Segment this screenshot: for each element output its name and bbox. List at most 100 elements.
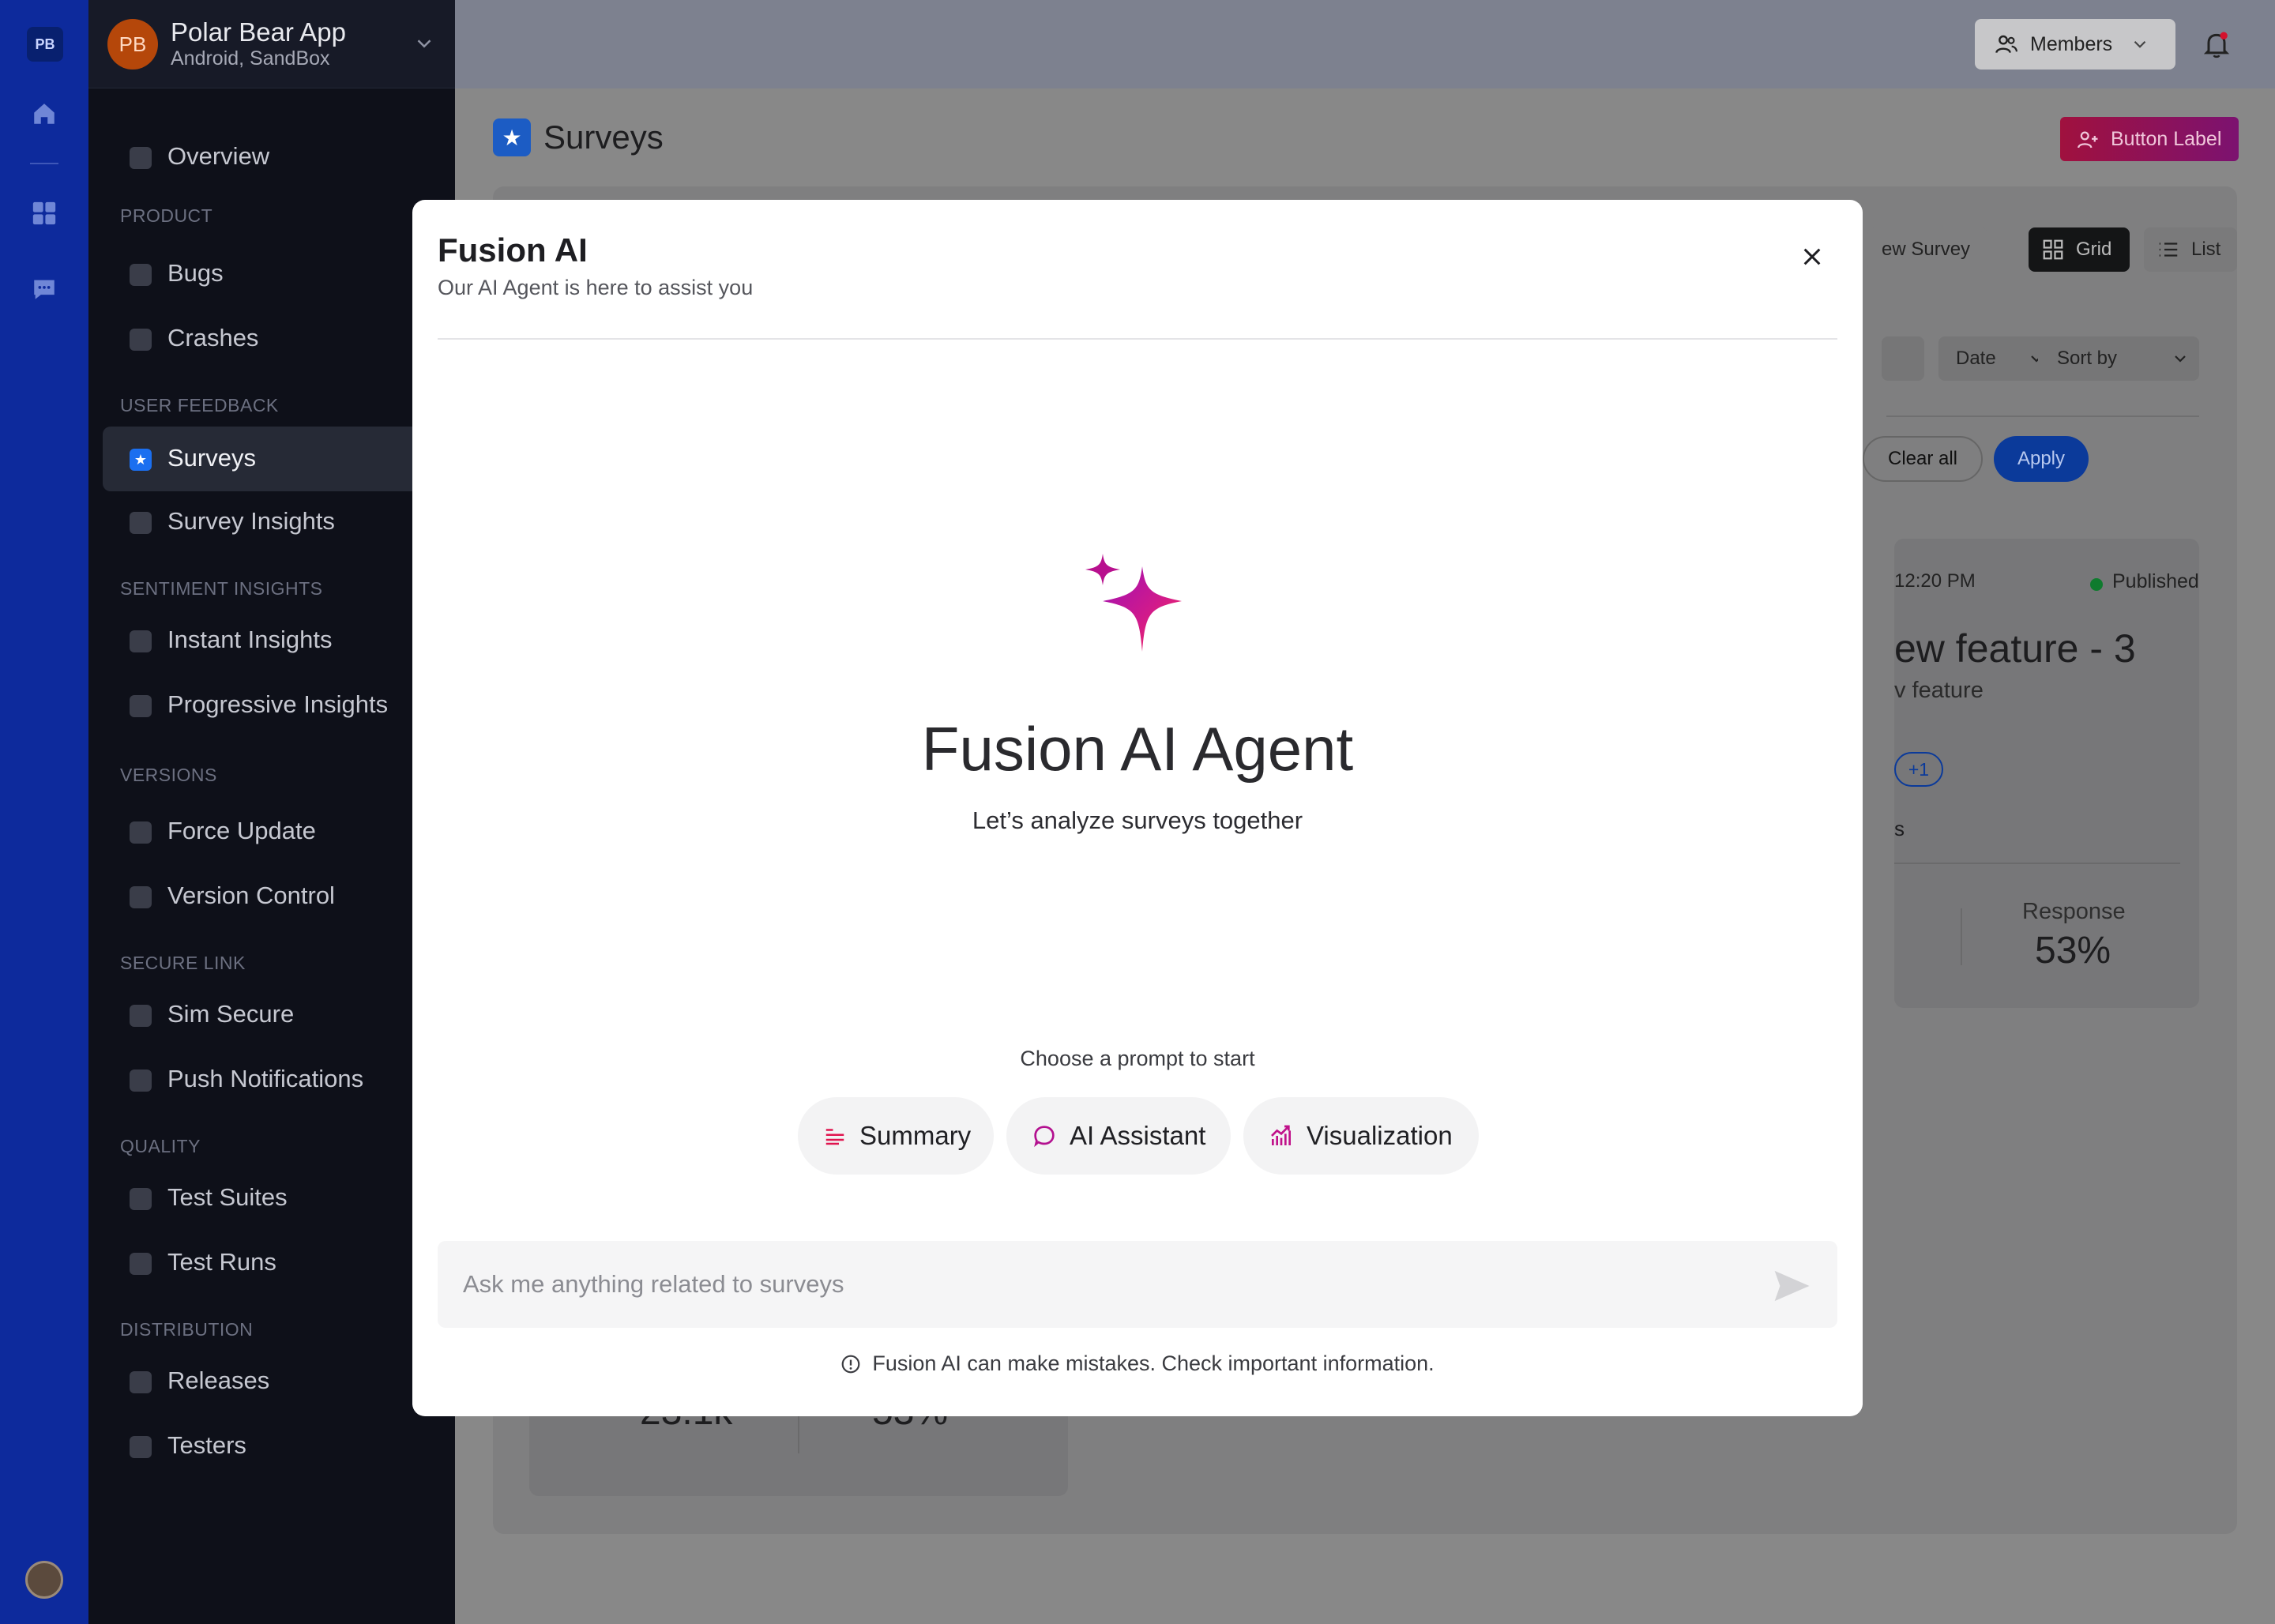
dialog-subtitle: Our AI Agent is here to assist you	[438, 276, 754, 299]
rail-divider	[30, 163, 58, 164]
new-survey-button[interactable]: ew Survey	[1867, 227, 1987, 272]
disclaimer: Fusion AI can make mistakes. Check impor…	[412, 1351, 1863, 1376]
card-subtitle: v feature	[1894, 678, 1984, 703]
chat-icon[interactable]	[28, 273, 60, 305]
dialog-divider	[438, 338, 1837, 340]
sidebar-item-testers[interactable]: Testers	[103, 1414, 455, 1479]
summary-prompt-chip[interactable]: Summary	[798, 1097, 994, 1175]
bug-icon	[130, 264, 152, 286]
sidebar-item-crashes[interactable]: Crashes	[103, 306, 455, 371]
apply-label: Apply	[2017, 448, 2066, 469]
section-distribution: DISTRIBUTION	[120, 1319, 254, 1340]
hero-title: Fusion AI Agent	[921, 714, 1354, 784]
chart-trend-icon	[1269, 1123, 1294, 1148]
app-avatar: PB	[107, 19, 158, 70]
sidebar: PB Polar Bear App Android, SandBox Overv…	[88, 0, 455, 1624]
grid-apps-icon[interactable]	[28, 197, 60, 229]
new-survey-label: ew Survey	[1882, 239, 1971, 260]
shield-icon	[130, 1188, 152, 1210]
sidebar-item-push-notifications[interactable]: Push Notifications	[103, 1047, 455, 1112]
bell-icon[interactable]	[2201, 28, 2232, 60]
response-label: Response	[2022, 899, 2126, 924]
sidebar-item-survey-insights[interactable]: Survey Insights	[103, 490, 455, 554]
disclaimer-text: Fusion AI can make mistakes. Check impor…	[872, 1351, 1435, 1375]
sidebar-item-label: Crashes	[167, 324, 259, 351]
sidebar-item-force-update[interactable]: Force Update	[103, 799, 455, 864]
card-time: 12:20 PM	[1894, 570, 1976, 592]
chevron-down-icon	[2175, 355, 2186, 363]
grid-label: Grid	[2076, 239, 2112, 260]
close-button[interactable]	[1795, 239, 1829, 274]
date-label: Date	[1956, 348, 1996, 369]
filter-pill[interactable]	[1882, 336, 1924, 381]
card-title: ew feature - 3	[1894, 626, 2136, 671]
bar-chart-icon	[130, 512, 152, 534]
send-icon[interactable]	[1769, 1265, 1814, 1307]
status-badge: Published	[2112, 570, 2199, 592]
sidebar-item-label: Survey Insights	[167, 507, 335, 535]
grid-view-button[interactable]: Grid	[2029, 227, 2130, 272]
status-dot	[2090, 578, 2103, 591]
primary-action-button[interactable]: Button Label	[2060, 117, 2239, 161]
sidebar-item-releases[interactable]: Releases	[103, 1349, 455, 1414]
ai-assistant-prompt-chip[interactable]: AI Assistant	[1006, 1097, 1231, 1175]
sidebar-item-label: Test Runs	[167, 1248, 276, 1276]
sidebar-item-instant-insights[interactable]: Instant Insights	[103, 608, 455, 673]
heart-icon	[130, 630, 152, 652]
clear-all-button[interactable]: Clear all	[1863, 436, 1983, 482]
chevron-down-icon	[417, 39, 431, 48]
section-user-feedback: USER FEEDBACK	[120, 395, 279, 415]
fusion-ai-dialog: Fusion AI Our AI Agent is here to assist…	[412, 200, 1863, 1416]
user-avatar[interactable]	[25, 1561, 63, 1599]
card-extra-badge: +1	[1894, 752, 1943, 787]
sidebar-item-label: Progressive Insights	[167, 690, 389, 718]
ai-prompt-input[interactable]	[438, 1241, 1837, 1328]
response-value: 53%	[2035, 930, 2111, 972]
date-filter[interactable]: Date	[1938, 336, 2052, 381]
add-user-icon	[2078, 131, 2098, 148]
crash-icon	[130, 329, 152, 351]
workspace-logo[interactable]: PB	[27, 27, 63, 62]
home-icon[interactable]	[28, 98, 60, 130]
visualization-prompt-chip[interactable]: Visualization	[1243, 1097, 1479, 1175]
sim-icon	[130, 1005, 152, 1027]
sidebar-item-version-control[interactable]: Version Control	[103, 864, 455, 929]
chip-label: Visualization	[1307, 1121, 1453, 1150]
button-label-text: Button Label	[2111, 127, 2222, 150]
page-title: Surveys	[543, 118, 664, 156]
apply-button[interactable]: Apply	[1994, 436, 2089, 482]
sidebar-item-overview[interactable]: Overview	[103, 125, 455, 190]
sidebar-item-label: Instant Insights	[167, 626, 333, 653]
sort-by-dropdown[interactable]: Sort by	[2038, 336, 2199, 381]
sidebar-item-label: Bugs	[167, 259, 224, 287]
sidebar-item-bugs[interactable]: Bugs	[103, 242, 455, 306]
icon-rail: PB	[0, 0, 88, 1624]
sparkle-icon	[1085, 554, 1182, 652]
sidebar-item-surveys[interactable]: ★ Surveys	[103, 427, 455, 491]
clear-all-label: Clear all	[1887, 448, 1958, 469]
sidebar-item-label: Version Control	[167, 882, 335, 909]
app-switcher[interactable]: PB Polar Bear App Android, SandBox	[88, 0, 455, 88]
sidebar-item-test-suites[interactable]: Test Suites	[103, 1166, 455, 1231]
grid-icon	[2043, 239, 2063, 260]
sidebar-item-label: Sim Secure	[167, 1000, 295, 1028]
sidebar-item-label: Push Notifications	[167, 1065, 364, 1092]
card-meta: s	[1894, 817, 1905, 840]
prompt-heading: Choose a prompt to start	[1020, 1047, 1255, 1070]
sidebar-item-progressive-insights[interactable]: Progressive Insights	[103, 673, 455, 738]
hero-tagline: Let’s analyze surveys together	[972, 806, 1303, 834]
survey-card[interactable]: 12:20 PM Published ew feature - 3 v feat…	[1894, 539, 2199, 1008]
card-stat-divider	[1961, 908, 1962, 965]
members-dropdown[interactable]: Members	[1975, 19, 2175, 70]
dialog-title: Fusion AI	[438, 231, 588, 269]
section-product: PRODUCT	[120, 205, 213, 226]
release-icon	[130, 1371, 152, 1393]
sidebar-item-label: Overview	[167, 142, 270, 170]
box-icon	[130, 886, 152, 908]
sidebar-item-sim-secure[interactable]: Sim Secure	[103, 983, 455, 1047]
overview-icon	[130, 147, 152, 169]
top-bar: Members	[455, 0, 2275, 88]
filter-divider	[1886, 415, 2199, 417]
list-view-button[interactable]: List	[2144, 227, 2237, 272]
sidebar-item-test-runs[interactable]: Test Runs	[103, 1231, 455, 1295]
